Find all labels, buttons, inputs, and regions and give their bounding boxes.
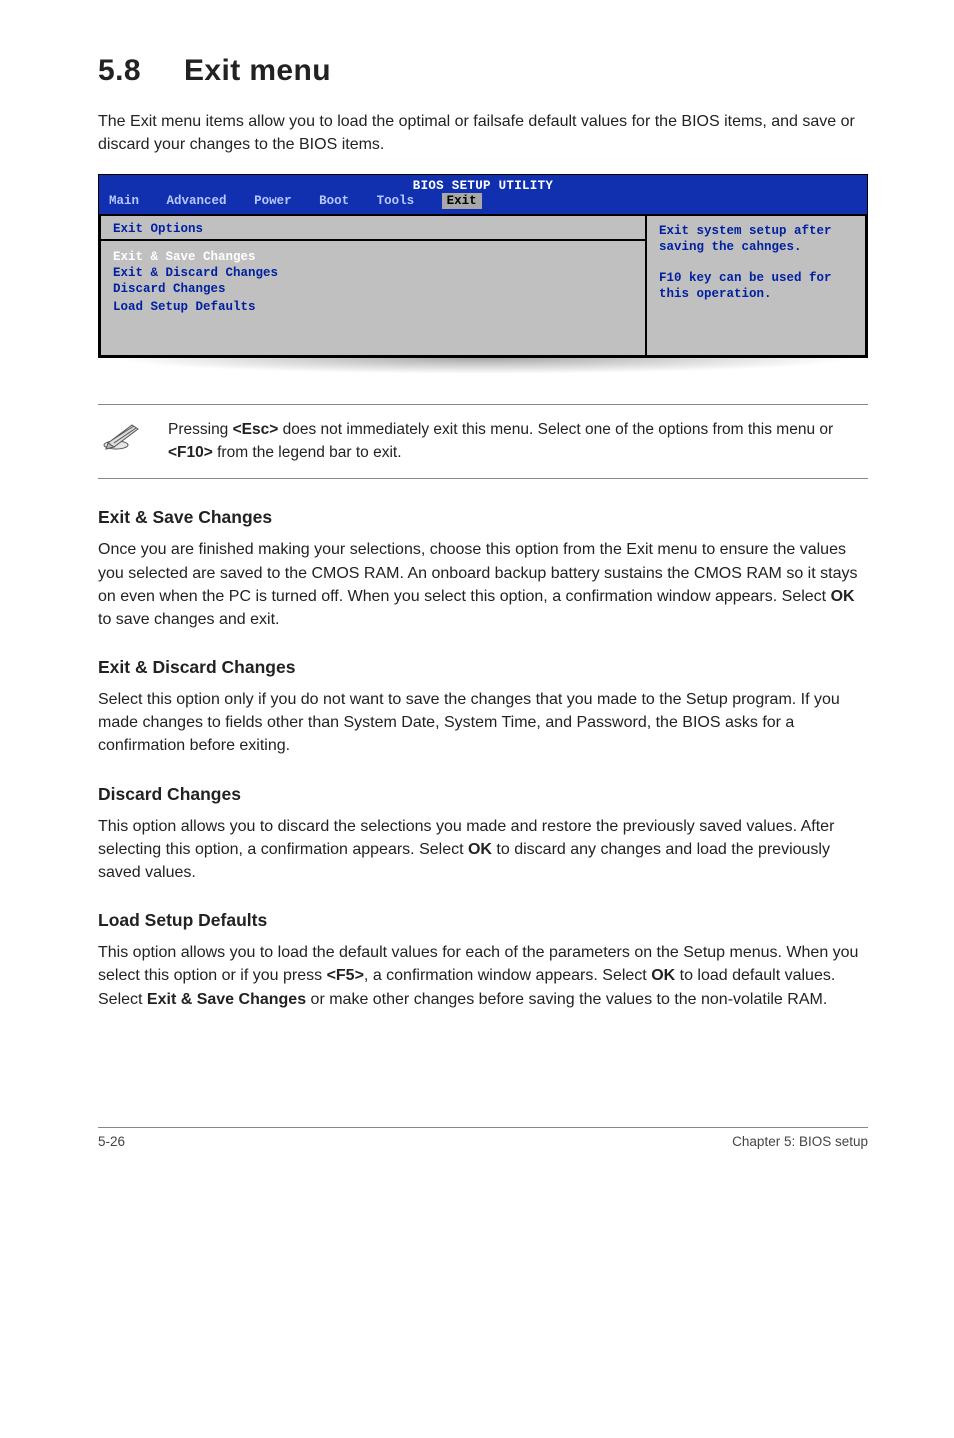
section-load-defaults-text: This option allows you to load the defau… bbox=[98, 941, 868, 1011]
bios-help-panel: Exit system setup after saving the cahng… bbox=[645, 214, 867, 357]
bios-tab-tools: Tools bbox=[377, 194, 415, 208]
section-discard-text: This option allows you to discard the se… bbox=[98, 815, 868, 885]
bios-tab-boot: Boot bbox=[319, 194, 349, 208]
note-pre: Pressing bbox=[168, 421, 233, 438]
note-mid: does not immediately exit this menu. Sel… bbox=[278, 421, 833, 438]
bios-item-load-defaults: Load Setup Defaults bbox=[113, 299, 633, 315]
note-key-esc: <Esc> bbox=[233, 421, 279, 438]
bios-options-panel: Exit Options Exit & Save Changes Exit & … bbox=[99, 214, 645, 357]
section-exit-discard-heading: Exit & Discard Changes bbox=[98, 657, 868, 678]
heading-title: Exit menu bbox=[184, 54, 331, 87]
bios-body: Exit Options Exit & Save Changes Exit & … bbox=[99, 214, 867, 357]
bios-title: BIOS SETUP UTILITY bbox=[99, 175, 867, 193]
s4-b2: OK bbox=[651, 967, 675, 984]
bios-help-text: Exit system setup after saving the cahng… bbox=[659, 224, 853, 302]
note-block: Pressing <Esc> does not immediately exit… bbox=[98, 404, 868, 479]
s3-b1: OK bbox=[468, 841, 492, 858]
note-text: Pressing <Esc> does not immediately exit… bbox=[168, 419, 868, 464]
bios-item-exit-discard: Exit & Discard Changes bbox=[113, 265, 633, 281]
note-post: from the legend bar to exit. bbox=[213, 444, 402, 461]
s1-post: to save changes and exit. bbox=[98, 611, 279, 628]
bios-item-discard: Discard Changes bbox=[113, 281, 633, 297]
footer-chapter: Chapter 5: BIOS setup bbox=[732, 1134, 868, 1149]
page-heading: 5.8Exit menu bbox=[98, 54, 868, 88]
bios-divider bbox=[101, 239, 645, 241]
bios-tab-power: Power bbox=[254, 194, 292, 208]
note-key-f10: <F10> bbox=[168, 444, 213, 461]
bios-tab-advanced: Advanced bbox=[167, 194, 227, 208]
s4-post: or make other changes before saving the … bbox=[306, 991, 827, 1008]
section-exit-discard-text: Select this option only if you do not wa… bbox=[98, 688, 868, 758]
note-pencil-icon bbox=[102, 421, 144, 456]
footer-page-number: 5-26 bbox=[98, 1134, 125, 1149]
s4-b3: Exit & Save Changes bbox=[147, 991, 306, 1008]
section-exit-save-text: Once you are finished making your select… bbox=[98, 538, 868, 631]
bios-tab-main: Main bbox=[109, 194, 139, 208]
bios-setup-screen: BIOS SETUP UTILITY Main Advanced Power B… bbox=[98, 174, 868, 358]
heading-number: 5.8 bbox=[98, 54, 184, 88]
bios-tab-exit: Exit bbox=[442, 193, 482, 209]
bios-shadow bbox=[110, 358, 856, 374]
bios-tab-bar: Main Advanced Power Boot Tools Exit bbox=[99, 193, 867, 214]
section-load-defaults-heading: Load Setup Defaults bbox=[98, 910, 868, 931]
section-discard-heading: Discard Changes bbox=[98, 784, 868, 805]
bios-item-exit-save: Exit & Save Changes bbox=[113, 249, 633, 265]
s1-b1: OK bbox=[831, 588, 855, 605]
s1-pre: Once you are finished making your select… bbox=[98, 541, 857, 604]
s4-mid1: , a confirmation window appears. Select bbox=[364, 967, 651, 984]
page-footer: 5-26 Chapter 5: BIOS setup bbox=[98, 1127, 868, 1149]
s4-b1: <F5> bbox=[327, 967, 364, 984]
bios-options-header: Exit Options bbox=[113, 222, 633, 236]
section-exit-save-heading: Exit & Save Changes bbox=[98, 507, 868, 528]
intro-paragraph: The Exit menu items allow you to load th… bbox=[98, 110, 868, 156]
